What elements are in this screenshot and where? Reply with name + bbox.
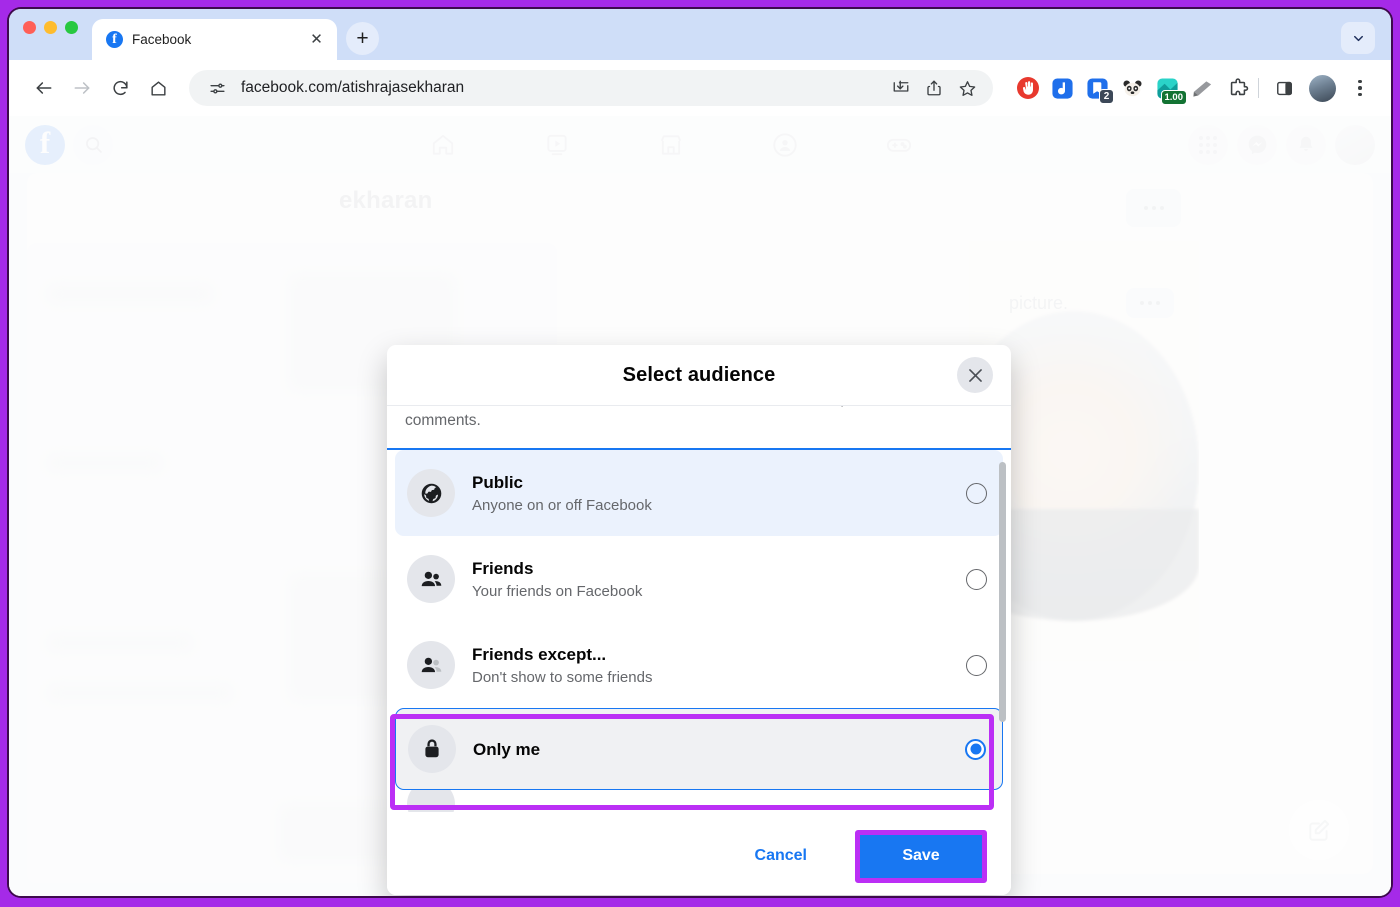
- option-title: Public: [472, 472, 524, 492]
- window-traffic-lights: [23, 9, 92, 60]
- notebook-extension-icon[interactable]: 2: [1085, 76, 1114, 104]
- address-bar-url: facebook.com/atishrajasekharan: [241, 79, 465, 96]
- option-title: Friends except...: [472, 644, 607, 664]
- ublock-origin-icon[interactable]: [1015, 76, 1040, 101]
- tab-strip-right-controls: [1341, 22, 1375, 54]
- tab-title: Facebook: [132, 32, 192, 47]
- radio-friends-except[interactable]: [966, 654, 987, 676]
- globe-icon: [407, 469, 455, 517]
- minimize-window-button[interactable]: [44, 21, 57, 34]
- browser-window: f Facebook ✕ + facebook.com/atishrajasek…: [9, 9, 1391, 896]
- option-subtitle: Your friends on Facebook: [472, 582, 643, 600]
- dialog-scroll-area[interactable]: You can decide who should see the other …: [387, 406, 1011, 817]
- currency-extension-icon[interactable]: 1.00: [1155, 76, 1187, 105]
- browser-toolbar: facebook.com/atishrajasekharan 2 1.00: [9, 60, 1391, 116]
- option-subtitle: Anyone on or off Facebook: [472, 496, 652, 514]
- lock-icon: [408, 725, 456, 773]
- panda-extension-icon[interactable]: [1120, 76, 1145, 101]
- dialog-description: You can decide who should see the other …: [405, 406, 932, 429]
- share-icon[interactable]: [922, 76, 946, 100]
- three-dot-menu-icon[interactable]: [1343, 71, 1377, 105]
- forward-arrow-icon: [65, 71, 99, 105]
- address-bar[interactable]: facebook.com/atishrajasekharan: [189, 70, 993, 106]
- option-title: Only me: [473, 739, 541, 759]
- partial-option-icon: [407, 790, 455, 812]
- close-icon[interactable]: [957, 357, 993, 393]
- dialog-footer: Cancel Save: [387, 817, 1011, 895]
- annotated-screenshot: f Facebook ✕ + facebook.com/atishrajasek…: [0, 0, 1400, 907]
- chrome-profile-avatar[interactable]: [1305, 71, 1339, 105]
- blue-d-extension-icon[interactable]: [1050, 76, 1075, 101]
- install-app-icon[interactable]: [889, 76, 913, 100]
- friends-icon: [407, 555, 455, 603]
- facebook-favicon-icon: f: [106, 31, 123, 48]
- chevron-down-icon[interactable]: [1341, 22, 1375, 54]
- address-bar-actions: [889, 76, 979, 100]
- option-text: Friends except... Don't show to some fri…: [472, 643, 949, 688]
- web-page-content: ekharan picture.: [9, 116, 1391, 896]
- browser-tab-strip: f Facebook ✕ +: [9, 9, 1391, 60]
- home-icon[interactable]: [141, 71, 175, 105]
- dialog-header: Select audience: [387, 345, 1011, 406]
- audience-option-list: Public Anyone on or off Facebook Friends: [387, 450, 1011, 812]
- dialog-scrollbar[interactable]: [999, 462, 1006, 722]
- extension-badge-amount: 1.00: [1160, 89, 1187, 105]
- radio-public[interactable]: [966, 482, 987, 504]
- toolbar-divider: [1258, 78, 1259, 98]
- tune-icon[interactable]: [205, 76, 229, 100]
- option-title: Friends: [472, 558, 534, 578]
- star-icon[interactable]: [955, 76, 979, 100]
- new-tab-button[interactable]: +: [346, 22, 379, 55]
- extension-badge-count: 2: [1099, 88, 1114, 104]
- back-arrow-icon[interactable]: [27, 71, 61, 105]
- radio-only-me[interactable]: [965, 738, 986, 760]
- browser-tab-facebook[interactable]: f Facebook ✕: [92, 19, 337, 60]
- option-text: Only me: [473, 738, 948, 761]
- audience-option-friends[interactable]: Friends Your friends on Facebook: [395, 536, 1003, 622]
- option-subtitle: Don't show to some friends: [472, 668, 653, 686]
- puzzle-extensions-icon[interactable]: [1225, 76, 1250, 101]
- save-button[interactable]: Save: [860, 834, 982, 878]
- friends-except-icon: [407, 641, 455, 689]
- dialog-description-clip: You can decide who should see the other …: [387, 406, 1011, 448]
- audience-option-public[interactable]: Public Anyone on or off Facebook: [395, 450, 1003, 536]
- select-audience-dialog: Select audience You can decide who shoul…: [387, 345, 1011, 895]
- cancel-button[interactable]: Cancel: [737, 837, 825, 875]
- radio-friends[interactable]: [966, 568, 987, 590]
- close-window-button[interactable]: [23, 21, 36, 34]
- maximize-window-button[interactable]: [65, 21, 78, 34]
- close-tab-icon[interactable]: ✕: [306, 29, 327, 50]
- side-panel-icon[interactable]: [1267, 71, 1301, 105]
- option-text: Public Anyone on or off Facebook: [472, 471, 949, 516]
- option-text: Friends Your friends on Facebook: [472, 557, 949, 602]
- reload-icon[interactable]: [103, 71, 137, 105]
- audience-option-friends-except[interactable]: Friends except... Don't show to some fri…: [395, 622, 1003, 708]
- audience-option-only-me[interactable]: Only me: [395, 708, 1003, 790]
- save-button-annotation: Save: [855, 829, 987, 883]
- dialog-title: Select audience: [622, 363, 776, 386]
- audience-option-next-partial[interactable]: [395, 790, 1003, 812]
- grammar-extension-icon[interactable]: [1190, 76, 1215, 101]
- extension-icons: 2 1.00: [1005, 76, 1250, 105]
